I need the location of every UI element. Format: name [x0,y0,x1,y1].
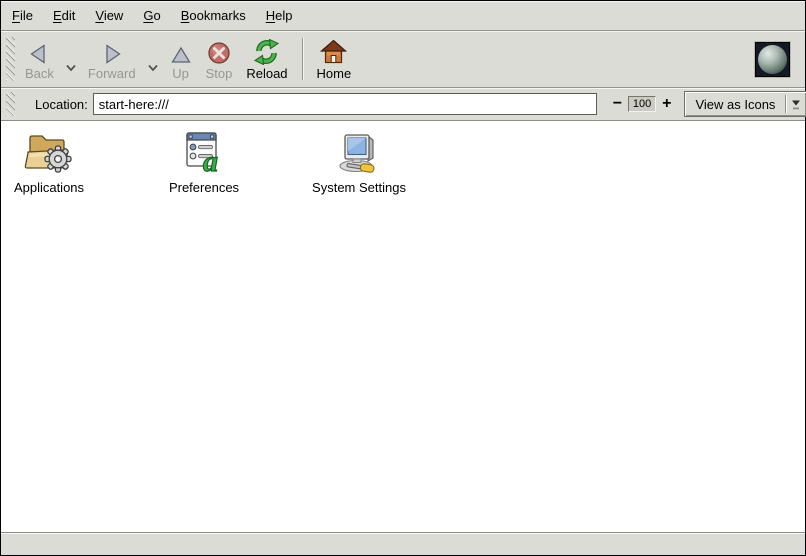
menu-view-rest: iew [104,8,124,23]
menu-help-rest: elp [275,8,292,23]
location-bar: Location: − 100 + View as Icons [1,88,805,121]
zoom-in-button[interactable]: + [660,96,673,112]
menubar: File Edit View Go Bookmarks Help [1,1,805,31]
location-input[interactable] [93,93,597,115]
up-button-label: Up [172,67,189,80]
svg-text:a: a [203,145,218,178]
forward-button-label: Forward [88,67,136,80]
menu-help[interactable]: Help [256,1,303,30]
file-item-applications[interactable]: Applications [1,128,97,195]
menu-edit[interactable]: Edit [43,1,85,30]
up-icon [170,37,192,65]
applications-folder-gear-icon [22,128,76,178]
view-as-dropdown-label: View as Icons [685,92,785,116]
dropdown-arrow-icon [786,92,806,116]
stop-icon [207,37,231,65]
throbber-globe-icon [758,45,787,74]
system-settings-computer-icon [332,128,386,178]
file-item-preferences[interactable]: a Preferences [156,128,252,195]
menu-file-mnemonic: F [12,8,20,23]
file-item-system-settings[interactable]: System Settings [311,128,407,195]
menu-bookmarks[interactable]: Bookmarks [171,1,256,30]
file-item-label: System Settings [312,180,406,195]
home-button-label: Home [317,67,352,80]
back-button-label: Back [25,67,54,80]
file-manager-window: File Edit View Go Bookmarks Help Back Fo… [0,0,806,556]
home-button[interactable]: Home [311,34,358,84]
menu-go-mnemonic: G [143,8,153,23]
throbber [755,42,790,77]
zoom-level-indicator: 100 [628,96,656,112]
stop-button-label: Stop [206,67,233,80]
preferences-dialog-icon: a [177,128,231,178]
home-icon [320,37,347,65]
menu-edit-mnemonic: E [53,8,62,23]
menu-file[interactable]: File [2,1,43,30]
file-item-label: Applications [14,180,84,195]
chevron-down-icon [147,60,159,75]
file-item-label: Preferences [169,180,239,195]
toolbar: Back Forward Up [1,31,805,88]
back-history-dropdown[interactable] [61,60,81,75]
file-view[interactable]: Applications a Preferences [1,121,805,532]
menu-file-rest: ile [20,8,33,23]
menu-view-mnemonic: V [95,8,103,23]
location-bar-drag-handle[interactable] [6,92,15,116]
reload-icon [253,37,280,65]
toolbar-drag-handle[interactable] [6,37,15,81]
view-as-dropdown[interactable]: View as Icons [684,91,806,117]
reload-button-label: Reload [246,67,287,80]
back-icon [28,37,50,65]
up-button[interactable]: Up [164,34,198,84]
menu-help-mnemonic: H [266,8,275,23]
menu-bookmarks-rest: ookmarks [189,8,245,23]
location-label: Location: [35,97,88,112]
toolbar-separator [302,38,303,80]
reload-button[interactable]: Reload [240,34,293,84]
stop-button[interactable]: Stop [200,34,239,84]
menu-view[interactable]: View [85,1,133,30]
forward-icon [101,37,123,65]
menu-go-rest: o [153,8,160,23]
forward-history-dropdown[interactable] [143,60,163,75]
statusbar [1,532,805,555]
forward-button[interactable]: Forward [82,34,142,84]
zoom-out-button[interactable]: − [611,96,624,112]
back-button[interactable]: Back [19,34,60,84]
menu-go[interactable]: Go [133,1,170,30]
menu-edit-rest: dit [62,8,76,23]
chevron-down-icon [65,60,77,75]
